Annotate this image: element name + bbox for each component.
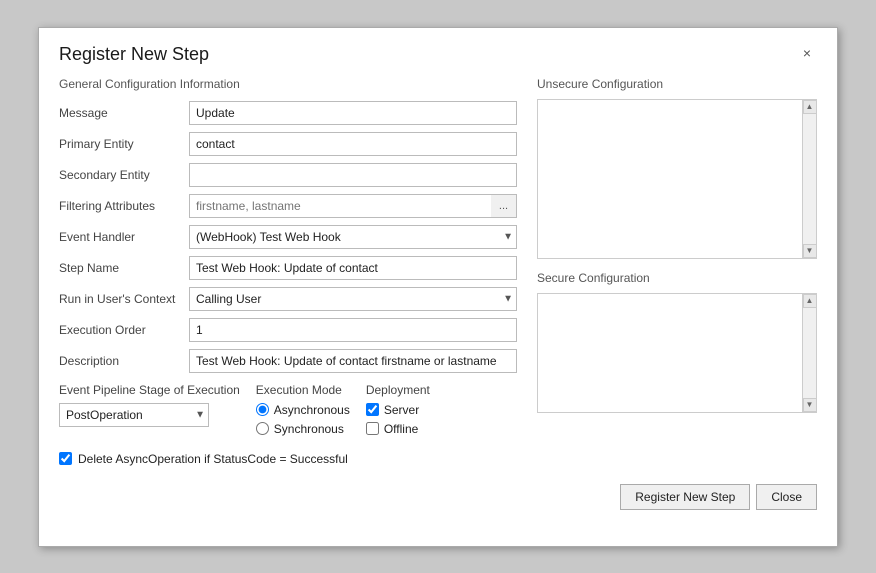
- close-button[interactable]: Close: [756, 484, 817, 510]
- description-input[interactable]: [189, 349, 517, 373]
- execution-mode-col: Execution Mode Asynchronous Synchronous: [256, 383, 350, 436]
- unsecure-scrollbar: ▲ ▼: [802, 100, 816, 258]
- synchronous-label: Synchronous: [274, 422, 344, 436]
- dialog-footer: Register New Step Close: [39, 476, 837, 522]
- secure-scrollbar: ▲ ▼: [802, 294, 816, 412]
- execution-mode-label: Execution Mode: [256, 383, 350, 397]
- pipeline-select[interactable]: PostOperation: [59, 403, 209, 427]
- secure-config-box: ▲ ▼: [537, 293, 817, 413]
- secondary-entity-label: Secondary Entity: [59, 168, 189, 182]
- bottom-section: Event Pipeline Stage of Execution PostOp…: [59, 383, 517, 436]
- secondary-entity-row: Secondary Entity: [59, 163, 517, 187]
- event-handler-label: Event Handler: [59, 230, 189, 244]
- server-checkbox-item[interactable]: Server: [366, 403, 430, 417]
- message-label: Message: [59, 106, 189, 120]
- dialog-body: General Configuration Information Messag…: [39, 73, 837, 476]
- offline-checkbox-item[interactable]: Offline: [366, 422, 430, 436]
- unsecure-scroll-up-icon[interactable]: ▲: [803, 100, 817, 114]
- step-name-row: Step Name: [59, 256, 517, 280]
- delete-async-row: Delete AsyncOperation if StatusCode = Su…: [59, 446, 517, 466]
- message-row: Message: [59, 101, 517, 125]
- asynchronous-radio-item[interactable]: Asynchronous: [256, 403, 350, 417]
- run-in-context-row: Run in User's Context Calling User ▼: [59, 287, 517, 311]
- dialog-close-button[interactable]: ×: [797, 44, 817, 62]
- unsecure-scroll-down-icon[interactable]: ▼: [803, 244, 817, 258]
- left-panel: General Configuration Information Messag…: [59, 73, 517, 466]
- message-input[interactable]: [189, 101, 517, 125]
- asynchronous-radio[interactable]: [256, 403, 269, 416]
- synchronous-radio-item[interactable]: Synchronous: [256, 422, 350, 436]
- primary-entity-input[interactable]: [189, 132, 517, 156]
- step-name-input[interactable]: [189, 256, 517, 280]
- server-checkbox[interactable]: [366, 403, 379, 416]
- filtering-attributes-row: Filtering Attributes ...: [59, 194, 517, 218]
- unsecure-section-title: Unsecure Configuration: [537, 73, 817, 91]
- general-section-title: General Configuration Information: [59, 73, 517, 91]
- secure-scroll-up-icon[interactable]: ▲: [803, 294, 817, 308]
- right-panel: Unsecure Configuration ▲ ▼ Secure Config…: [537, 73, 817, 466]
- event-handler-select[interactable]: (WebHook) Test Web Hook: [189, 225, 517, 249]
- execution-order-row: Execution Order: [59, 318, 517, 342]
- filtering-attributes-input[interactable]: [189, 194, 491, 218]
- execution-order-input[interactable]: [189, 318, 517, 342]
- description-label: Description: [59, 354, 189, 368]
- register-new-step-dialog: Register New Step × General Configuratio…: [38, 27, 838, 547]
- execution-mode-radio-group: Asynchronous Synchronous: [256, 403, 350, 436]
- pipeline-label: Event Pipeline Stage of Execution: [59, 383, 240, 397]
- asynchronous-label: Asynchronous: [274, 403, 350, 417]
- offline-checkbox[interactable]: [366, 422, 379, 435]
- step-name-label: Step Name: [59, 261, 189, 275]
- synchronous-radio[interactable]: [256, 422, 269, 435]
- event-handler-wrapper: (WebHook) Test Web Hook ▼: [189, 225, 517, 249]
- secure-scroll-track: [803, 308, 816, 398]
- dialog-title: Register New Step: [59, 44, 209, 65]
- secondary-entity-input[interactable]: [189, 163, 517, 187]
- filtering-attributes-label: Filtering Attributes: [59, 199, 189, 213]
- pipeline-wrapper: Event Pipeline Stage of Execution PostOp…: [59, 383, 240, 427]
- secure-section-title: Secure Configuration: [537, 271, 817, 285]
- filtering-attributes-browse-button[interactable]: ...: [491, 194, 517, 218]
- pipeline-select-wrapper: PostOperation ▼: [59, 403, 209, 427]
- run-in-context-select[interactable]: Calling User: [189, 287, 517, 311]
- delete-async-checkbox[interactable]: [59, 452, 72, 465]
- server-label: Server: [384, 403, 419, 417]
- unsecure-scroll-track: [803, 114, 816, 244]
- run-in-context-wrapper: Calling User ▼: [189, 287, 517, 311]
- dialog-titlebar: Register New Step ×: [39, 28, 837, 73]
- deployment-label: Deployment: [366, 383, 430, 397]
- filtering-attributes-wrapper: ...: [189, 194, 517, 218]
- primary-entity-label: Primary Entity: [59, 137, 189, 151]
- offline-label: Offline: [384, 422, 418, 436]
- execution-order-label: Execution Order: [59, 323, 189, 337]
- secure-scroll-down-icon[interactable]: ▼: [803, 398, 817, 412]
- register-new-step-button[interactable]: Register New Step: [620, 484, 750, 510]
- description-row: Description: [59, 349, 517, 373]
- delete-async-label: Delete AsyncOperation if StatusCode = Su…: [78, 452, 348, 466]
- run-in-context-label: Run in User's Context: [59, 292, 189, 306]
- primary-entity-row: Primary Entity: [59, 132, 517, 156]
- deployment-checkbox-group: Server Offline: [366, 403, 430, 436]
- unsecure-config-box: ▲ ▼: [537, 99, 817, 259]
- deployment-col: Deployment Server Offline: [366, 383, 430, 436]
- event-handler-row: Event Handler (WebHook) Test Web Hook ▼: [59, 225, 517, 249]
